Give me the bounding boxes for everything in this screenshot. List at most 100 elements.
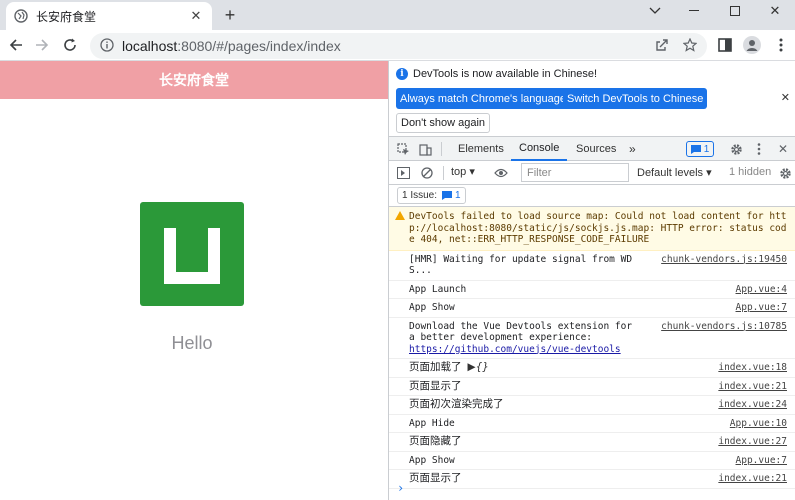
side-panel-icon[interactable] bbox=[715, 35, 735, 55]
profile-avatar-icon[interactable] bbox=[742, 35, 762, 55]
console-warning-row: DevTools failed to load source map: Coul… bbox=[389, 207, 795, 251]
tab-console[interactable]: Console bbox=[511, 137, 568, 161]
more-tabs-icon[interactable]: » bbox=[629, 137, 636, 161]
message-text: DevTools failed to load source map: Coul… bbox=[409, 211, 787, 245]
console-log-row: index.vue:27 页面隐藏了 bbox=[389, 433, 795, 452]
console-messages: DevTools failed to load source map: Coul… bbox=[389, 207, 795, 489]
eye-icon[interactable] bbox=[493, 165, 509, 181]
infobar-message: DevTools is now available in Chinese! bbox=[413, 68, 598, 80]
expandable-object[interactable]: ▶{} bbox=[468, 361, 489, 373]
close-tab-icon[interactable]: ✕ bbox=[188, 8, 204, 24]
console-settings-gear-icon[interactable] bbox=[777, 165, 793, 181]
hello-text: Hello bbox=[171, 333, 213, 353]
close-window-icon[interactable]: ✕ bbox=[755, 0, 795, 22]
tab-sources[interactable]: Sources bbox=[576, 137, 616, 161]
maximize-icon[interactable] bbox=[715, 0, 755, 22]
message-text: App Launch bbox=[409, 283, 467, 295]
source-link[interactable]: App.vue:10 bbox=[729, 417, 787, 429]
source-link[interactable]: App.vue:4 bbox=[735, 283, 787, 295]
console-message-text: Download the Vue Devtools extension for … bbox=[409, 321, 641, 356]
close-infobar-icon[interactable]: ✕ bbox=[781, 91, 790, 104]
dont-show-again-button[interactable]: Don't show again bbox=[396, 113, 491, 133]
more-vert-icon[interactable] bbox=[751, 141, 767, 157]
console-prompt[interactable]: › bbox=[397, 481, 404, 495]
clear-console-icon[interactable] bbox=[419, 165, 435, 181]
reload-icon[interactable] bbox=[60, 35, 80, 55]
source-link[interactable]: index.vue:18 bbox=[718, 362, 787, 374]
close-devtools-icon[interactable]: ✕ bbox=[775, 141, 791, 157]
devtools-extension-link[interactable]: https://github.com/vuejs/vue-devtools bbox=[409, 344, 621, 355]
message-text: 页面显示了 bbox=[409, 472, 462, 484]
devtools-tab-bar: Elements Console Sources » 1 ✕ bbox=[389, 137, 795, 161]
console-log-row: App.vue:10 App Hide bbox=[389, 415, 795, 433]
source-link[interactable]: index.vue:27 bbox=[718, 436, 787, 448]
infobar-message-line: i DevTools is now available in Chinese! bbox=[396, 68, 597, 80]
match-language-button[interactable]: Always match Chrome's language bbox=[396, 88, 570, 109]
device-toolbar-icon[interactable] bbox=[417, 141, 433, 157]
bookmark-star-icon[interactable] bbox=[680, 35, 700, 55]
message-text: Download the Vue Devtools extension for … bbox=[409, 320, 633, 344]
console-log-row: index.vue:18 页面加载了 ▶{} bbox=[389, 359, 795, 378]
source-link[interactable]: chunk-vendors.js:19450 bbox=[661, 253, 787, 265]
url-text: localhost:8080/#/pages/index/index bbox=[122, 38, 341, 54]
chevron-down-icon[interactable] bbox=[635, 0, 675, 22]
source-link[interactable]: index.vue:24 bbox=[718, 399, 787, 411]
source-link[interactable]: index.vue:21 bbox=[718, 473, 787, 485]
globe-icon bbox=[14, 9, 28, 23]
toolbar-divider bbox=[441, 142, 442, 156]
new-tab-icon[interactable]: + bbox=[220, 5, 240, 25]
browser-tab[interactable]: 长安府食堂 ✕ bbox=[6, 2, 212, 30]
switch-language-button[interactable]: Switch DevTools to Chinese bbox=[563, 88, 708, 109]
console-log-row: App.vue:4 App Launch bbox=[389, 281, 795, 299]
source-link[interactable]: App.vue:7 bbox=[735, 302, 787, 314]
console-message-text: DevTools failed to load source map: Coul… bbox=[409, 211, 787, 246]
forward-arrow-icon[interactable] bbox=[32, 35, 52, 55]
info-icon[interactable] bbox=[100, 37, 114, 55]
log-levels-dropdown[interactable]: Default levels ▾ bbox=[637, 166, 712, 179]
issues-count-badge: 1 bbox=[442, 190, 461, 201]
message-count: 1 bbox=[703, 143, 710, 155]
tab-elements[interactable]: Elements bbox=[458, 137, 504, 161]
tab-title: 长安府食堂 bbox=[36, 9, 97, 24]
app-header: 长安府食堂 bbox=[0, 61, 388, 99]
console-log-row: App.vue:7 App Show bbox=[389, 299, 795, 318]
inspect-element-icon[interactable] bbox=[395, 141, 411, 157]
hidden-count: 1 hidden bbox=[729, 166, 772, 178]
context-selector[interactable]: top ▾ bbox=[451, 165, 475, 178]
message-text: 页面显示了 bbox=[409, 379, 462, 392]
source-link[interactable]: chunk-vendors.js:10785 bbox=[661, 320, 787, 332]
console-message-text: App Launch bbox=[409, 284, 787, 296]
console-message-text: App Show bbox=[409, 455, 787, 467]
source-link[interactable]: App.vue:7 bbox=[735, 454, 787, 466]
logo-u-shape bbox=[164, 228, 220, 284]
more-vert-icon[interactable] bbox=[771, 35, 791, 55]
issues-button[interactable]: 1 Issue: 1 bbox=[397, 187, 466, 204]
message-text: App Show bbox=[409, 302, 455, 313]
browser-toolbar: localhost:8080/#/pages/index/index bbox=[0, 30, 795, 61]
language-infobar: i DevTools is now available in Chinese! … bbox=[389, 61, 795, 137]
issues-label: 1 Issue: bbox=[402, 190, 438, 201]
filter-input[interactable]: Filter bbox=[521, 163, 629, 182]
window-controls: ✕ bbox=[635, 0, 795, 30]
console-message-text: App Show bbox=[409, 302, 787, 314]
console-log-row: chunk-vendors.js:10785 Download the Vue D… bbox=[389, 318, 795, 359]
log-levels-value: Default levels bbox=[637, 167, 704, 179]
message-text: [HMR] Waiting for update signal from WDS… bbox=[409, 253, 633, 277]
page-viewport: 长安府食堂 Hello bbox=[0, 61, 388, 500]
console-log-row: chunk-vendors.js:19450 [HMR] Waiting for … bbox=[389, 251, 795, 281]
address-bar[interactable]: localhost:8080/#/pages/index/index bbox=[90, 33, 707, 59]
message-text: App Show bbox=[409, 454, 455, 466]
message-count-badge[interactable]: 1 bbox=[686, 141, 714, 157]
message-text: 页面加载了 bbox=[409, 361, 462, 373]
minimize-icon[interactable] bbox=[675, 0, 715, 22]
gear-icon[interactable] bbox=[728, 141, 744, 157]
page-title: 长安府食堂 bbox=[159, 73, 229, 89]
source-link[interactable]: index.vue:21 bbox=[718, 380, 787, 392]
message-text: App Hide bbox=[409, 417, 455, 429]
devtools-panel: i DevTools is now available in Chinese! … bbox=[388, 61, 795, 500]
back-arrow-icon[interactable] bbox=[6, 35, 26, 55]
sidebar-toggle-icon[interactable] bbox=[395, 165, 411, 181]
share-icon[interactable] bbox=[652, 35, 672, 55]
issues-bar: 1 Issue: 1 bbox=[389, 185, 795, 207]
info-icon: i bbox=[396, 68, 408, 80]
